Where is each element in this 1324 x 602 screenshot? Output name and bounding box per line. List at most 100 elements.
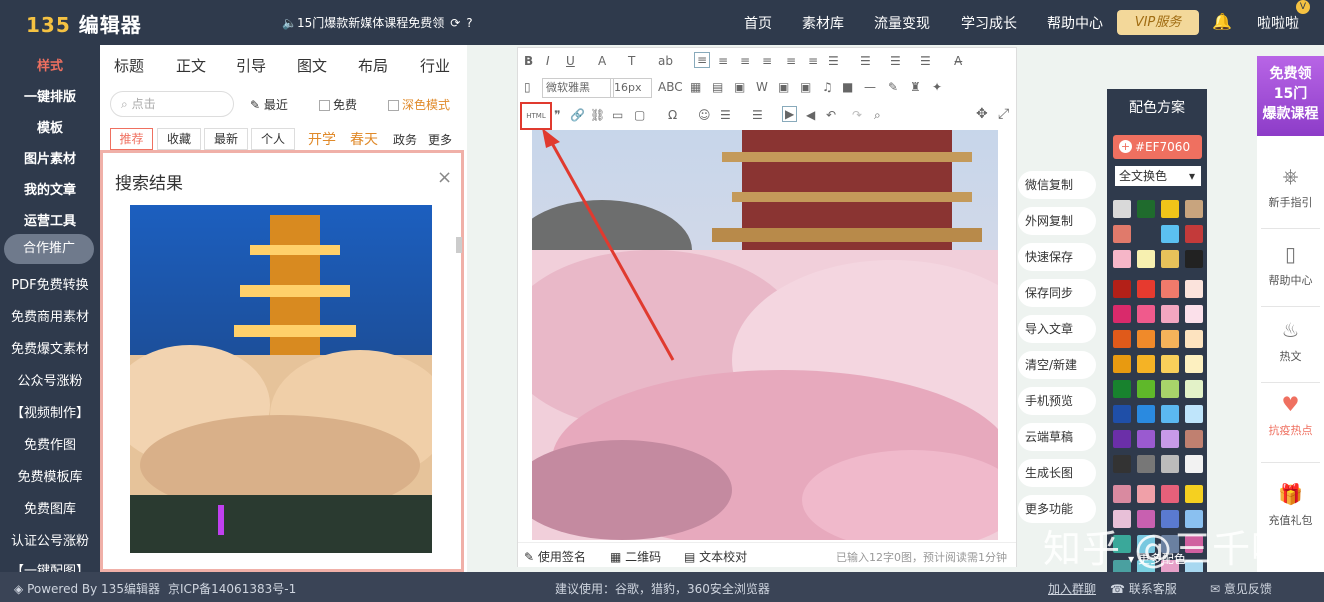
color-swatch[interactable] <box>1185 355 1203 373</box>
hot-article-item[interactable]: ♨ 热文 <box>1257 318 1324 364</box>
unlink-icon[interactable]: ⛓ <box>590 108 605 122</box>
sidebar-item-template[interactable]: 模板 <box>0 117 100 136</box>
color-swatch[interactable] <box>1185 430 1203 448</box>
redo-icon[interactable]: ↷ <box>852 108 862 122</box>
color-swatch[interactable] <box>1161 200 1179 218</box>
color-swatch[interactable] <box>1137 280 1155 298</box>
color-swatch[interactable] <box>1113 305 1131 323</box>
sidebar-item-style[interactable]: 样式 <box>0 55 100 74</box>
video-icon[interactable]: ■ <box>842 80 853 94</box>
tag-more[interactable]: 更多 <box>428 131 452 148</box>
nav-monetize[interactable]: 流量变现 <box>874 13 930 33</box>
magic-wand-icon[interactable]: ✦ <box>932 80 942 94</box>
color-swatch[interactable] <box>1161 280 1179 298</box>
color-swatch[interactable] <box>1113 330 1131 348</box>
color-swatch[interactable] <box>1137 405 1155 423</box>
indent-icon[interactable]: ≡ <box>786 54 796 68</box>
pagoda-night-image[interactable] <box>130 205 432 553</box>
tag-politics[interactable]: 政务 <box>393 131 417 148</box>
user-name[interactable]: 啦啦啦 <box>1257 13 1299 33</box>
color-swatch[interactable] <box>1137 455 1155 473</box>
spacing-icon[interactable]: ☰ <box>860 54 871 68</box>
color-swatch[interactable] <box>1137 225 1155 243</box>
tab-image-text[interactable]: 图文 <box>297 55 327 76</box>
color-swatch[interactable] <box>1113 380 1131 398</box>
color-swatch[interactable] <box>1185 250 1203 268</box>
color-swatch[interactable] <box>1113 200 1131 218</box>
qrcode-button[interactable]: ▦ 二维码 <box>610 548 661 565</box>
nav-learn[interactable]: 学习成长 <box>961 13 1017 33</box>
color-swatch[interactable] <box>1161 225 1179 243</box>
color-swatch[interactable] <box>1113 250 1131 268</box>
emoji-icon[interactable]: ☺ <box>698 108 711 122</box>
nav-materials[interactable]: 素材库 <box>802 13 844 33</box>
color-swatch[interactable] <box>1185 200 1203 218</box>
proofread-button[interactable]: ▤ 文本校对 <box>684 548 747 565</box>
color-swatch[interactable] <box>1137 305 1155 323</box>
wechat-copy-button[interactable]: 微信复制 <box>1018 171 1096 199</box>
sidebar-item-template-lib[interactable]: 免费模板库 <box>0 466 100 485</box>
subtab-recommend[interactable]: 推荐 <box>110 128 153 150</box>
underline-icon[interactable]: U <box>566 54 575 68</box>
sidebar-item-design[interactable]: 免费作图 <box>0 434 100 453</box>
card-icon[interactable]: ▭ <box>612 108 623 122</box>
color-swatch[interactable] <box>1137 200 1155 218</box>
color-swatch[interactable] <box>1185 485 1203 503</box>
clear-format-icon[interactable]: A̶ <box>954 54 962 68</box>
color-swatch[interactable] <box>1161 305 1179 323</box>
page-icon[interactable]: ▢ <box>634 108 645 122</box>
sidebar-item-video[interactable]: 【视频制作】 <box>0 402 100 421</box>
color-swatch[interactable] <box>1113 355 1131 373</box>
help-item[interactable]: ▯ 帮助中心 <box>1257 242 1324 288</box>
sidebar-item-image-lib[interactable]: 免费图库 <box>0 498 100 517</box>
color-swatch[interactable] <box>1161 380 1179 398</box>
quick-save-button[interactable]: 快速保存 <box>1018 243 1096 271</box>
divider-icon[interactable]: — <box>864 80 876 94</box>
nav-home[interactable]: 首页 <box>744 13 772 33</box>
free-checkbox[interactable]: 免费 <box>319 96 357 113</box>
refresh-icon[interactable]: ⟳ <box>450 16 460 30</box>
table-icon[interactable]: ▦ <box>690 80 701 94</box>
recent-filter[interactable]: ✎ 最近 <box>250 96 288 113</box>
color-swatch[interactable] <box>1137 380 1155 398</box>
format-brush-icon[interactable]: ✎ <box>888 80 898 94</box>
sidebar-item-cooperation[interactable]: 合作推广 <box>4 234 94 264</box>
picture-icon[interactable]: ▣ <box>778 80 789 94</box>
margin-icon[interactable]: ☰ <box>920 54 931 68</box>
tab-industry[interactable]: 行业 <box>420 55 450 76</box>
color-swatch[interactable] <box>1185 380 1203 398</box>
tab-body[interactable]: 正文 <box>176 55 206 76</box>
ordered-list-icon[interactable]: ☰ <box>720 108 731 122</box>
color-swatch[interactable] <box>1161 455 1179 473</box>
text-style-icon[interactable]: T <box>628 54 635 68</box>
color-swatch[interactable] <box>1137 355 1155 373</box>
italic-icon[interactable]: I <box>546 54 550 68</box>
color-swatch[interactable] <box>1113 280 1131 298</box>
color-swatch[interactable] <box>1137 250 1155 268</box>
sidebar-item-auto-layout[interactable]: 一键排版 <box>0 86 100 105</box>
icp-number[interactable]: 京ICP备14061383号-1 <box>168 580 296 597</box>
font-color-icon[interactable]: A <box>598 54 606 68</box>
stamp-icon[interactable]: ♜ <box>910 80 921 94</box>
external-copy-button[interactable]: 外网复制 <box>1018 207 1096 235</box>
fullscreen-icon[interactable]: ⤢ <box>998 106 1009 122</box>
mobile-preview-button[interactable]: 手机预览 <box>1018 387 1096 415</box>
sidebar-item-free-materials[interactable]: 免费商用素材 <box>0 306 100 325</box>
color-swatch[interactable] <box>1185 280 1203 298</box>
vip-button[interactable]: VIP服务 <box>1117 10 1199 35</box>
sidebar-item-images[interactable]: 图片素材 <box>0 148 100 167</box>
strikethrough-icon[interactable]: ABC <box>658 80 683 94</box>
sidebar-item-tools[interactable]: 运营工具 <box>0 210 100 229</box>
tab-title[interactable]: 标题 <box>114 55 144 76</box>
scrollbar[interactable] <box>456 237 462 253</box>
color-swatch[interactable] <box>1137 485 1155 503</box>
tag-spring[interactable]: 春天 <box>350 129 378 149</box>
color-swatch[interactable] <box>1161 250 1179 268</box>
logo[interactable]: 135 编辑器 <box>26 9 142 38</box>
line-height-icon[interactable]: ≡ <box>808 54 818 68</box>
close-icon[interactable]: × <box>437 167 452 188</box>
music-icon[interactable]: ♫ <box>822 80 833 94</box>
epidemic-item[interactable]: ♥ 抗疫热点 <box>1257 392 1324 438</box>
font-size-select[interactable]: 16px <box>610 78 652 98</box>
color-swatch[interactable] <box>1185 305 1203 323</box>
